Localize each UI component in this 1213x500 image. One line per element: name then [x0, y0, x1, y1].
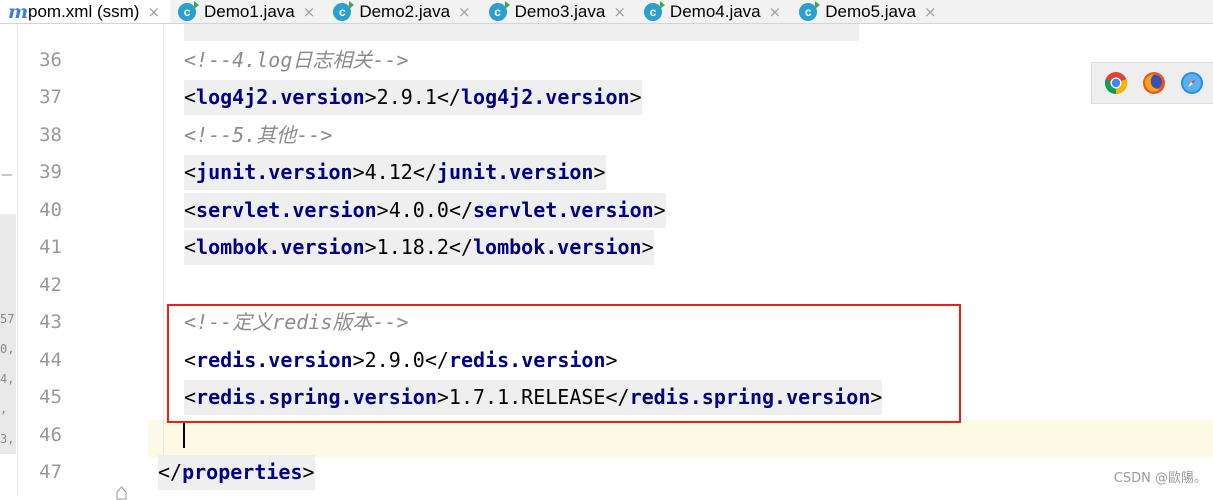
tag-name: junit.version	[436, 160, 594, 184]
indent-guide	[163, 24, 164, 456]
line-number: 37	[39, 86, 62, 108]
line-number: 43	[39, 311, 62, 333]
line-number-gutter[interactable]: 36 37 38 39 40 41 42 43 44 45 46 47	[18, 24, 148, 500]
side-scrollbar[interactable]	[0, 214, 16, 454]
tag-value: 1.18.2	[376, 235, 449, 259]
tag-bracket: </	[436, 85, 461, 109]
tag-bracket: >	[364, 85, 377, 109]
tag-bracket: >	[364, 235, 377, 259]
tab-label: Demo4.java	[669, 2, 761, 21]
tab-label: pom.xml (ssm)	[28, 2, 140, 21]
current-line-highlight	[148, 420, 1213, 457]
editor-tab-bar: m pom.xml (ssm) × c Demo1.java × c Demo2…	[0, 0, 1213, 24]
code-line-lombok: <lombok.version>1.18.2</lombok.version>	[184, 230, 654, 265]
firefox-icon[interactable]	[1142, 71, 1166, 95]
java-class-icon: c	[488, 1, 510, 21]
tag-name: servlet.version	[473, 198, 654, 222]
tab-demo3-java[interactable]: c Demo3.java ×	[481, 0, 636, 23]
text-caret	[183, 422, 185, 448]
line-number: 44	[39, 349, 62, 371]
chrome-icon[interactable]	[1104, 71, 1128, 95]
java-class-icon: c	[333, 1, 355, 21]
tab-label: Demo5.java	[825, 2, 916, 21]
tag-value: 4.12	[364, 160, 413, 184]
java-class-icon: c	[799, 1, 821, 21]
tab-pom-xml[interactable]: m pom.xml (ssm) ×	[0, 0, 171, 23]
java-class-icon: c	[643, 1, 665, 21]
maven-file-icon: m	[8, 1, 29, 23]
tab-demo1-java[interactable]: c Demo1.java ×	[170, 0, 325, 23]
tag-bracket: <	[184, 235, 197, 259]
line-number: 38	[39, 124, 62, 146]
tag-bracket: >	[641, 235, 654, 259]
tag-bracket: >	[376, 198, 389, 222]
peek-text: 0,	[0, 342, 15, 356]
code-line-properties-close: </properties>	[158, 455, 315, 490]
tab-label: Demo1.java	[204, 2, 295, 21]
java-class-icon: c	[178, 1, 200, 21]
tag-value: 4.0.0	[388, 198, 449, 222]
safari-icon[interactable]	[1180, 71, 1204, 95]
close-icon[interactable]: ×	[147, 3, 160, 21]
tag-name: properties	[182, 460, 303, 484]
line-number: 40	[39, 199, 62, 221]
line-number: 46	[39, 424, 62, 446]
tab-label: Demo3.java	[514, 2, 606, 21]
tag-name: log4j2.version	[196, 85, 365, 109]
line-number: 42	[39, 274, 62, 296]
panel-marker	[2, 174, 12, 176]
tag-bracket: </	[158, 460, 183, 484]
code-line-log4j2: <log4j2.version>2.9.1</log4j2.version>	[184, 80, 642, 115]
highlight-annotation-box	[167, 304, 961, 423]
tag-bracket: >	[593, 160, 606, 184]
tag-bracket: <	[184, 198, 197, 222]
peek-text: 3,	[0, 432, 15, 446]
peek-text: 57,	[0, 312, 17, 326]
tag-value: 2.9.1	[376, 85, 437, 109]
close-icon[interactable]: ×	[769, 3, 782, 21]
tab-label: Demo2.java	[359, 2, 451, 21]
tag-bracket: >	[302, 460, 315, 484]
code-comment-log: <!--4.log日志相关-->	[184, 48, 409, 72]
tag-bracket: </	[412, 160, 437, 184]
close-icon[interactable]: ×	[613, 3, 626, 21]
line-number: 39	[39, 161, 62, 183]
tag-bracket: >	[352, 160, 365, 184]
tag-name: lombok.version	[196, 235, 365, 259]
tab-demo4-java[interactable]: c Demo4.java ×	[636, 0, 791, 23]
code-comment-other: <!--5.其他-->	[184, 123, 333, 147]
close-icon[interactable]: ×	[303, 3, 316, 21]
side-panel-edge: 57, 0, 4, , 3,	[0, 24, 18, 496]
watermark: CSDN @歐陽。	[1113, 471, 1207, 486]
tag-name: log4j2.version	[460, 85, 630, 109]
tag-name: lombok.version	[473, 235, 642, 259]
close-icon[interactable]: ×	[924, 3, 937, 21]
tag-name: junit.version	[196, 160, 353, 184]
line-number: 41	[39, 236, 62, 258]
tab-demo2-java[interactable]: c Demo2.java ×	[325, 0, 480, 23]
partial-line-35	[184, 24, 859, 41]
line-number: 36	[39, 49, 62, 71]
tag-bracket: <	[184, 85, 197, 109]
browser-preview-bar	[1091, 62, 1213, 104]
tag-bracket: </	[448, 235, 474, 259]
code-editor[interactable]: <!--4.log日志相关--> <log4j2.version>2.9.1</…	[148, 24, 1213, 496]
peek-text: ,	[0, 402, 8, 416]
tag-name: servlet.version	[196, 198, 377, 222]
tag-bracket: >	[629, 85, 642, 109]
close-icon[interactable]: ×	[458, 3, 471, 21]
fold-icon[interactable]	[116, 486, 127, 500]
code-line-junit: <junit.version>4.12</junit.version>	[184, 155, 606, 190]
tab-demo5-java[interactable]: c Demo5.java ×	[791, 0, 946, 23]
tag-bracket: </	[448, 198, 474, 222]
line-number: 45	[39, 386, 62, 408]
tag-bracket: >	[653, 198, 666, 222]
code-line-servlet: <servlet.version>4.0.0</servlet.version>	[184, 193, 666, 228]
tag-bracket: <	[184, 160, 197, 184]
line-number: 47	[39, 461, 62, 483]
peek-text: 4,	[0, 372, 15, 386]
